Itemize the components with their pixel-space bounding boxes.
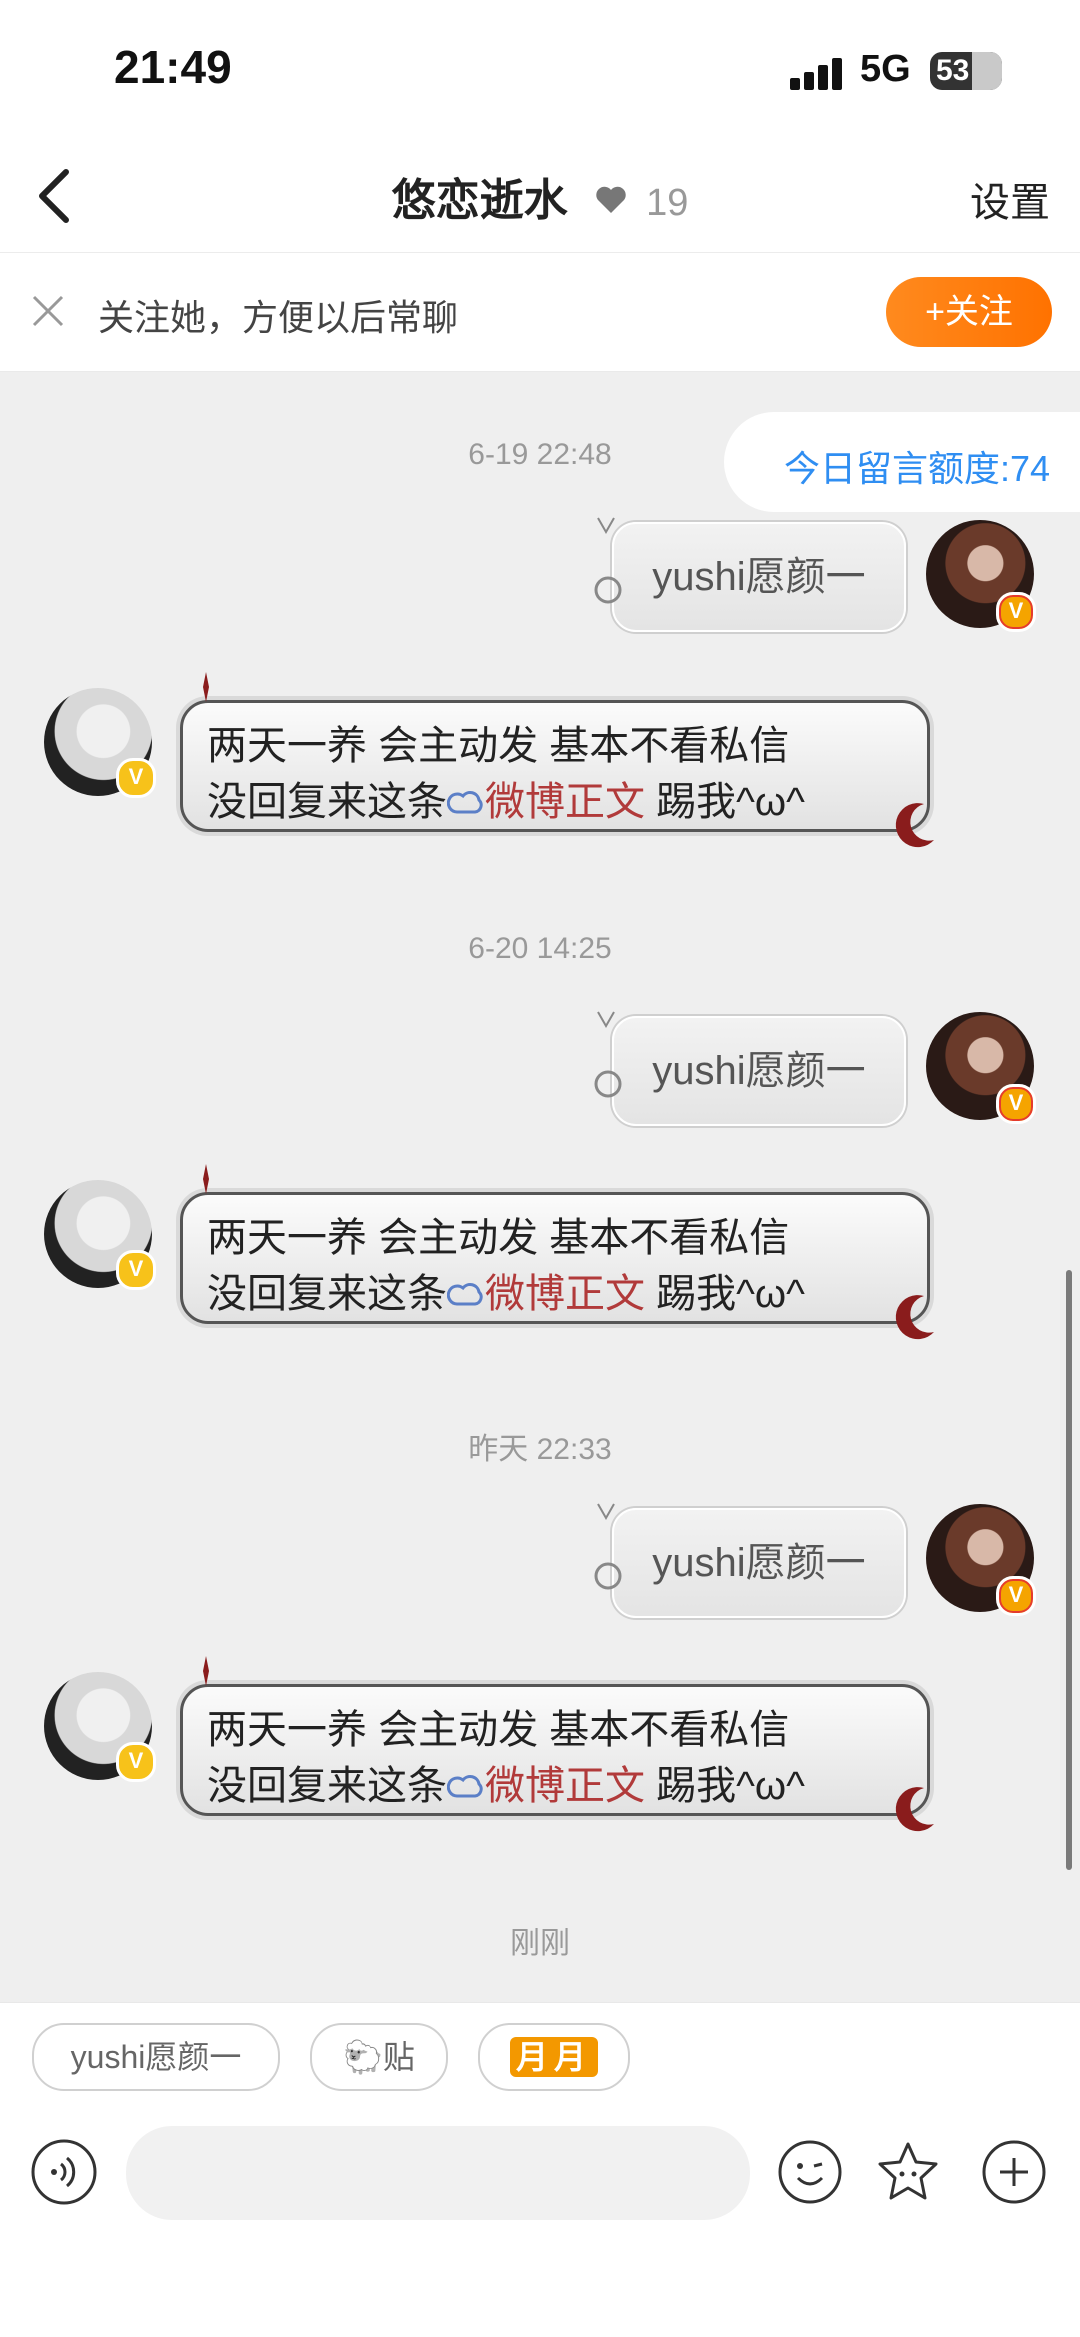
status-time: 21:49 — [114, 41, 232, 93]
timestamp: 6-19 22:48 — [468, 438, 612, 471]
settings-button[interactable]: 设置 — [970, 170, 1050, 228]
signal-icon — [790, 56, 846, 90]
message-text: 踢我^ω^ — [645, 1272, 805, 1316]
chip-label: 贴 — [382, 2039, 415, 2075]
weibo-link[interactable]: 微博正文 — [485, 780, 645, 824]
star-icon[interactable] — [874, 2138, 942, 2206]
weibo-link-icon — [447, 1775, 483, 1798]
message-line: 没回复来这条 微博正文 踢我^ω^ — [207, 1753, 805, 1811]
received-message[interactable]: 两天一养 会主动发 基本不看私信 没回复来这条 微博正文 踢我^ω^ — [180, 1192, 930, 1324]
verified-badge: V — [116, 1742, 156, 1782]
moon-icon — [895, 1295, 934, 1340]
moon-icon — [895, 803, 934, 848]
sent-message[interactable]: yushi愿颜一 — [612, 1508, 906, 1618]
verified-badge: V — [116, 758, 156, 798]
verified-badge: V — [996, 1576, 1036, 1616]
heart-count: 19 — [646, 182, 689, 224]
voice-icon[interactable] — [30, 2138, 98, 2206]
quick-reply-chip[interactable]: 月月 — [478, 2023, 630, 2091]
timestamp: 刚刚 — [510, 1927, 570, 1960]
battery-level: 53 — [936, 54, 970, 87]
message-input[interactable] — [126, 2126, 750, 2220]
message-line: 两天一养 会主动发 基本不看私信 — [207, 1216, 790, 1260]
message-line: 没回复来这条 微博正文 踢我^ω^ — [207, 1261, 805, 1319]
timestamp: 6-20 14:25 — [468, 932, 612, 965]
bubble-decoration-icon — [594, 1011, 622, 1098]
quick-reply-bar: yushi愿颜一 🐑贴 月月 — [0, 2002, 1080, 2113]
quick-reply-chip[interactable]: 🐑贴 — [310, 2023, 448, 2091]
close-icon[interactable] — [28, 291, 68, 331]
status-bar: 21:49 5G 53 — [0, 0, 1080, 140]
follow-suggestion-bar: 关注她，方便以后常聊 +关注 — [0, 253, 1080, 372]
verified-badge: V — [996, 1084, 1036, 1124]
heart-icon — [596, 186, 626, 213]
quick-reply-chip[interactable]: yushi愿颜一 — [32, 2023, 280, 2091]
scrollbar[interactable] — [1066, 1270, 1072, 1870]
timestamp: 昨天 22:33 — [468, 1433, 612, 1466]
message-text: 没回复来这条 — [207, 1272, 447, 1316]
message-text: 踢我^ω^ — [645, 780, 805, 824]
message-line: 没回复来这条 微博正文 踢我^ω^ — [207, 769, 805, 827]
message-text: 没回复来这条 — [207, 780, 447, 824]
follow-hint: 关注她，方便以后常聊 — [98, 297, 459, 338]
nav-bar: 悠恋逝水 19 设置 — [0, 140, 1080, 253]
message-line: 两天一养 会主动发 基本不看私信 — [207, 1708, 790, 1752]
emoji-icon[interactable] — [776, 2138, 844, 2206]
weibo-link[interactable]: 微博正文 — [485, 1764, 645, 1808]
weibo-link[interactable]: 微博正文 — [485, 1272, 645, 1316]
verified-badge: V — [116, 1250, 156, 1290]
sparkle-icon — [203, 1164, 209, 1194]
bubble-decoration-icon — [594, 517, 622, 604]
bubble-decoration-icon — [594, 1503, 622, 1590]
sparkle-icon — [203, 1656, 209, 1686]
message-text: 踢我^ω^ — [645, 1764, 805, 1808]
follow-button[interactable]: +关注 — [886, 277, 1052, 347]
input-bar — [0, 2112, 1080, 2337]
chip-label: 月月 — [509, 2037, 598, 2077]
plus-icon[interactable] — [980, 2138, 1048, 2206]
network-type: 5G — [860, 48, 911, 90]
message-line: 两天一养 会主动发 基本不看私信 — [207, 724, 790, 768]
received-message[interactable]: 两天一养 会主动发 基本不看私信 没回复来这条 微博正文 踢我^ω^ — [180, 1684, 930, 1816]
battery-icon: 53 — [930, 52, 1002, 90]
weibo-link-icon — [447, 1283, 483, 1306]
sheep-icon: 🐑 — [343, 2039, 383, 2075]
moon-icon — [895, 1787, 934, 1832]
verified-badge: V — [996, 592, 1036, 632]
received-message[interactable]: 两天一养 会主动发 基本不看私信 没回复来这条 微博正文 踢我^ω^ — [180, 700, 930, 832]
sent-message[interactable]: yushi愿颜一 — [612, 522, 906, 632]
sparkle-icon — [203, 672, 209, 702]
sent-message[interactable]: yushi愿颜一 — [612, 1016, 906, 1126]
weibo-link-icon — [447, 791, 483, 814]
message-text: 没回复来这条 — [207, 1764, 447, 1808]
contact-name: 悠恋逝水 — [391, 176, 568, 225]
page-title: 悠恋逝水 19 — [0, 164, 1080, 228]
